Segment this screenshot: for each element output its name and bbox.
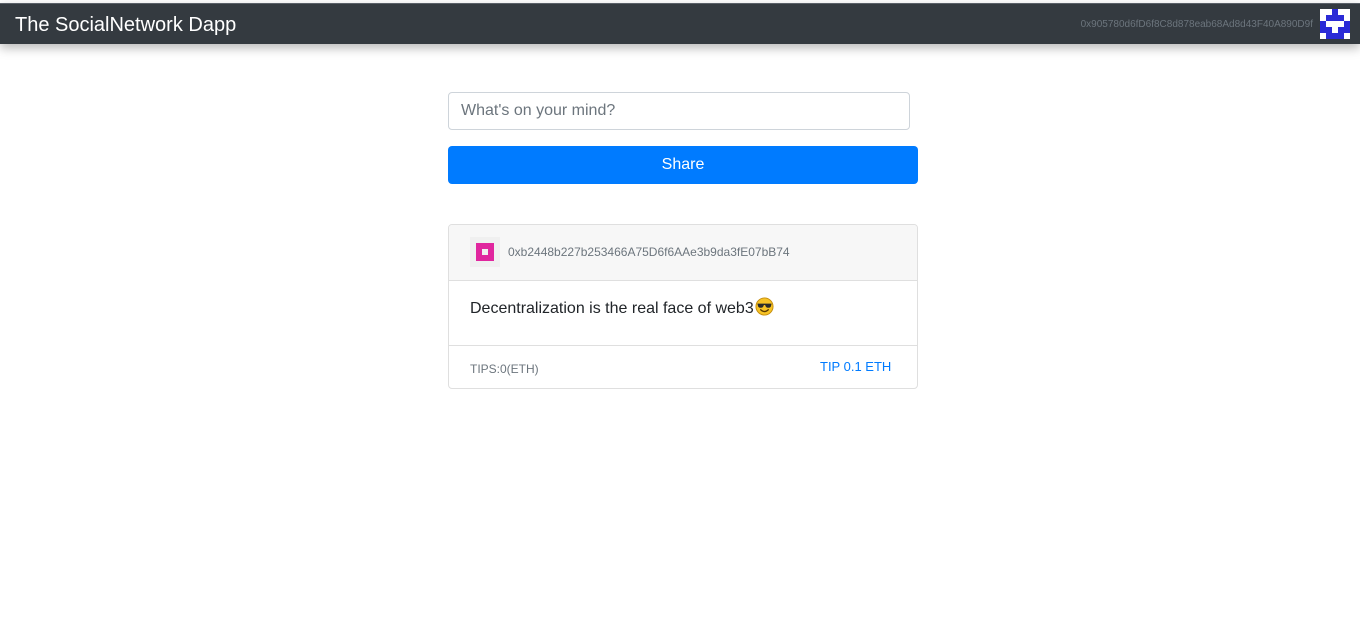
post-content-text: Decentralization is the real face of web…	[470, 300, 754, 317]
post-content: Decentralization is the real face of web…	[470, 297, 774, 322]
tip-button[interactable]: TIP 0.1 ETH	[820, 359, 891, 375]
identicon-icon	[1320, 9, 1350, 39]
post-content-input[interactable]	[448, 92, 910, 130]
account-address: 0x905780d6fD6f8C8d878eab68Ad8d43F40A890D…	[1080, 19, 1313, 30]
share-button[interactable]: Share	[448, 146, 918, 184]
identicon-icon	[470, 237, 500, 267]
brand-title[interactable]: The SocialNetwork Dapp	[15, 13, 236, 37]
post-header: 0xb2448b227b253466A75D6f6AAe3b9da3fE07bB…	[449, 225, 917, 281]
post-body: Decentralization is the real face of web…	[449, 281, 917, 346]
post-footer: TIPS:0(ETH) TIP 0.1 ETH	[449, 346, 917, 388]
post-tips-amount: TIPS:0(ETH)	[470, 362, 539, 376]
navbar: The SocialNetwork Dapp 0x905780d6fD6f8C8…	[0, 3, 1360, 44]
post-author-address: 0xb2448b227b253466A75D6f6AAe3b9da3fE07bB…	[508, 245, 790, 259]
smiling-face-with-sunglasses-icon	[755, 297, 774, 322]
post-card: 0xb2448b227b253466A75D6f6AAe3b9da3fE07bB…	[448, 224, 918, 389]
